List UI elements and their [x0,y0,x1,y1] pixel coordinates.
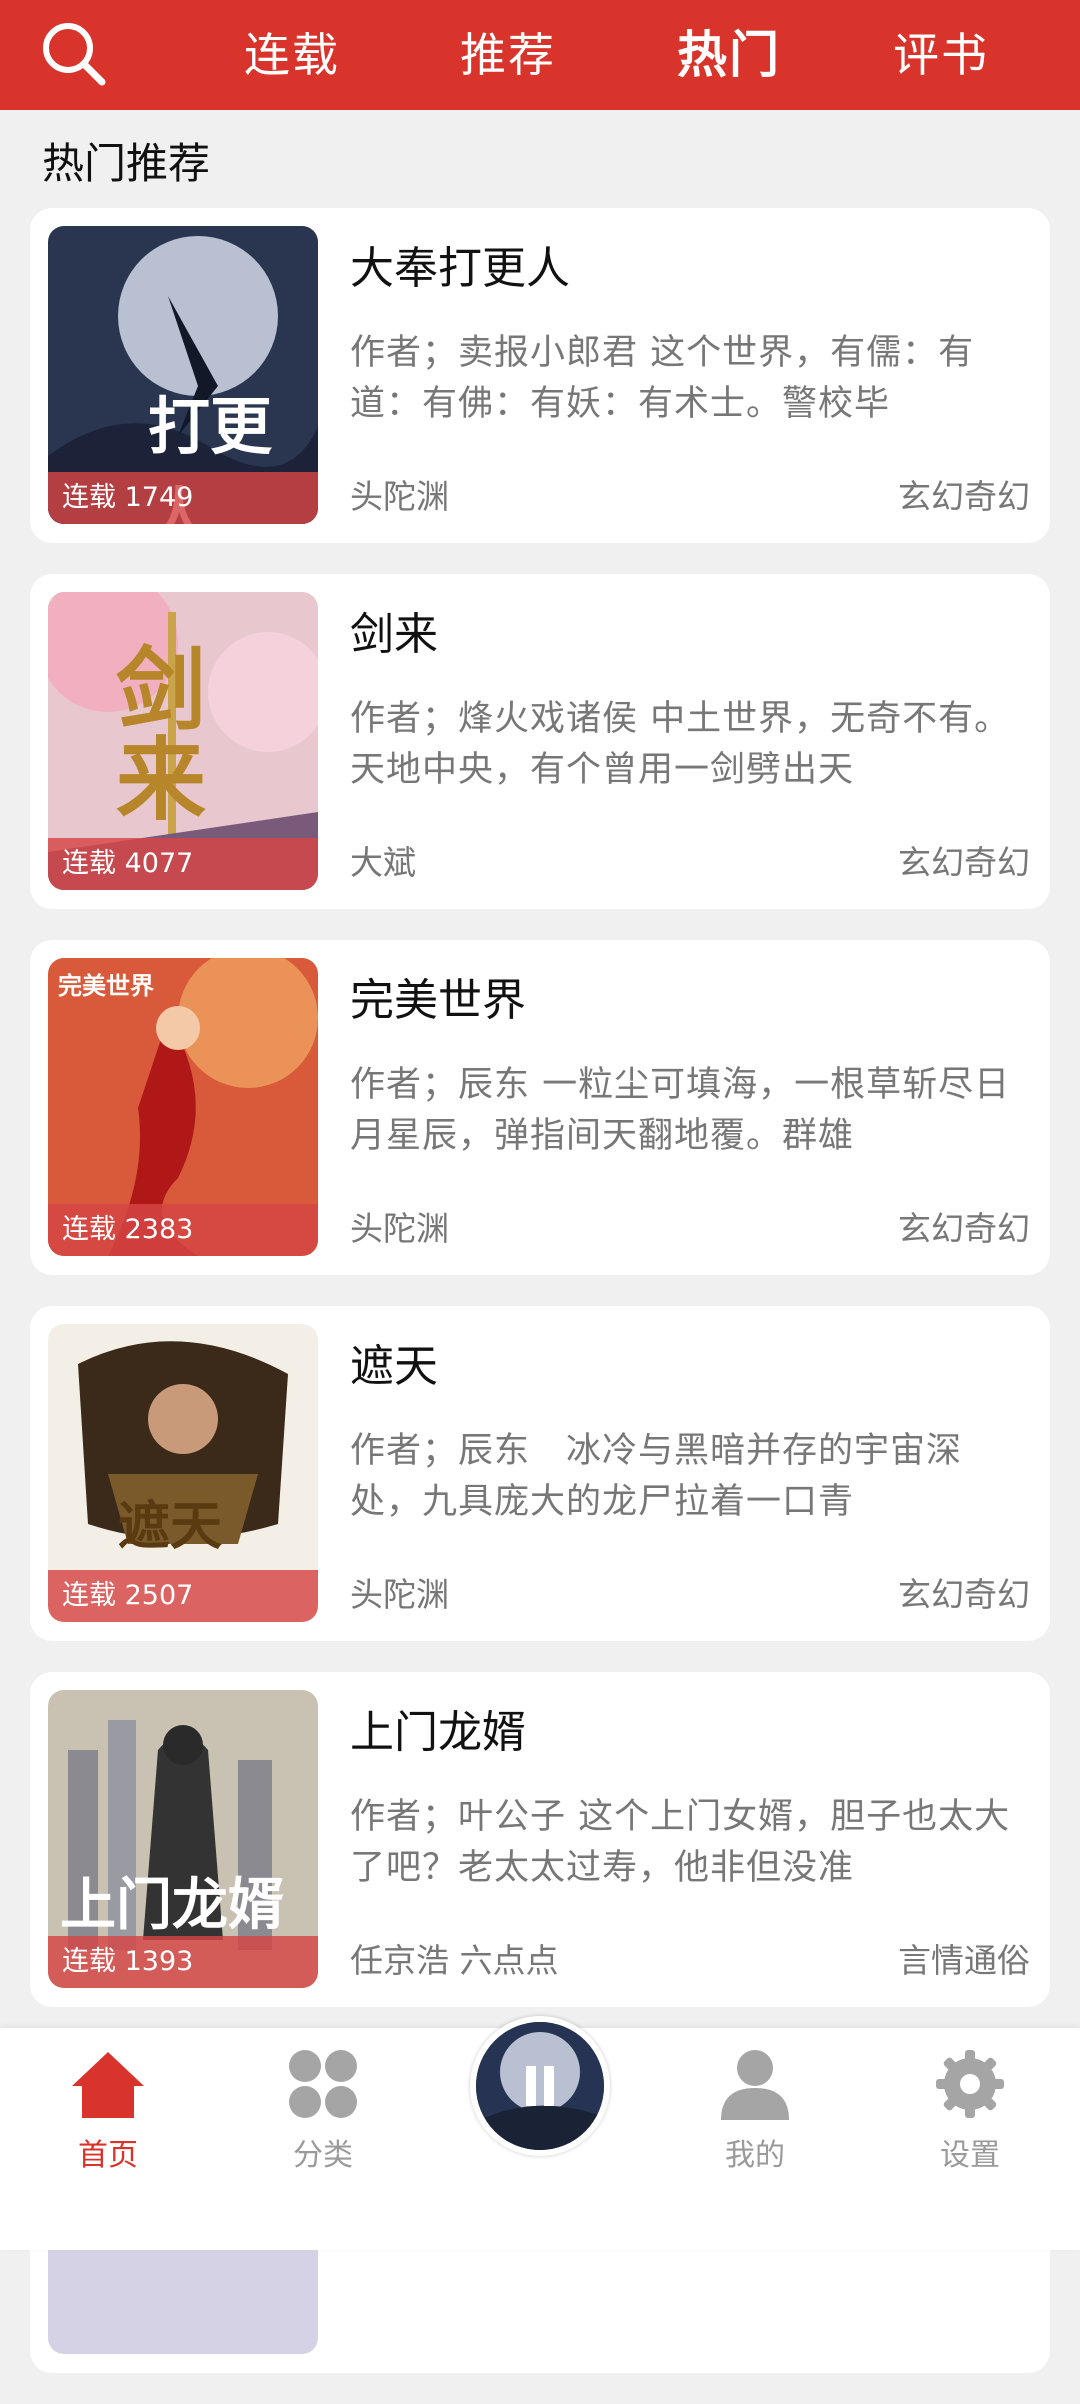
bottom-nav: 首页 分类 我的 设置 [0,2016,1080,2250]
search-button[interactable] [38,18,108,88]
status-badge: 连载 2507 [48,1570,318,1622]
nav-profile-label: 我的 [725,2138,785,2173]
book-description: 作者；烽火戏诸侯 中土世界，无奇不有。天地中央，有个曾用一剑劈出天 [350,699,1011,790]
profile-icon [721,2050,789,2120]
book-source: 大斌 [350,843,416,882]
book-description: 作者；辰东 一粒尘可填海，一根草斩尽日月星辰，弹指间天翻地覆。群雄 [350,1065,1011,1156]
home-icon [72,2052,144,2118]
book-cover[interactable]: 上门龙婿 连载 1393 [48,1690,318,1988]
nav-category[interactable]: 分类 [253,2048,393,2174]
now-playing-button[interactable] [470,2016,610,2156]
book-card[interactable]: 剑来 连载 4077 剑来 作者；烽火戏诸侯 中土世界，无奇不有。天地中央，有个… [30,574,1050,909]
book-source: 任京浩 六点点 [350,1941,559,1980]
book-genre: 玄幻奇幻 [898,1575,1030,1614]
section-title: 热门推荐 [42,139,211,188]
book-cover[interactable]: 遮天 连载 2507 [48,1324,318,1622]
book-card[interactable]: 遮天 连载 2507 遮天 作者；辰东 冰冷与黑暗并存的宇宙深处，九具庞大的龙尸… [30,1306,1050,1641]
book-title: 大奉打更人 [350,243,570,294]
book-title: 遮天 [350,1341,438,1392]
nav-profile[interactable]: 我的 [685,2048,825,2174]
category-icon [289,2050,357,2118]
book-source: 头陀渊 [350,477,449,516]
book-description: 作者；辰东 冰冷与黑暗并存的宇宙深处，九具庞大的龙尸拉着一口青 [350,1431,963,1522]
status-badge: 连载 4077 [48,838,318,890]
cover-title: 上门龙婿 [60,1872,284,1938]
top-header: 连载 推荐 热门 评书 [0,0,1080,110]
tab-hot[interactable]: 热门 [677,22,781,88]
book-genre: 言情通俗 [898,1941,1030,1980]
book-title: 完美世界 [350,975,526,1026]
book-genre: 玄幻奇幻 [898,477,1030,516]
book-title: 上门龙婿 [350,1707,526,1758]
book-card[interactable]: 打更人 连载 1749 大奉打更人 作者；卖报小郎君 这个世界，有儒：有道：有佛… [30,208,1050,543]
nav-home[interactable]: 首页 [38,2048,178,2174]
status-badge: 连载 1393 [48,1936,318,1988]
status-badge: 连载 2383 [48,1204,318,1256]
tab-serial[interactable]: 连载 [244,22,340,88]
tab-storytelling[interactable]: 评书 [893,22,989,88]
nav-settings[interactable]: 设置 [900,2048,1040,2174]
nav-settings-label: 设置 [940,2138,1000,2173]
book-cover[interactable]: 完美世界 连载 2383 [48,958,318,1256]
book-genre: 玄幻奇幻 [898,843,1030,882]
book-genre: 玄幻奇幻 [898,1209,1030,1248]
status-badge: 连载 1749 [48,472,318,524]
book-card[interactable]: 完美世界 连载 2383 完美世界 作者；辰东 一粒尘可填海，一根草斩尽日月星辰… [30,940,1050,1275]
cover-title: 遮天 [118,1496,223,1557]
book-source: 头陀渊 [350,1209,449,1248]
book-card[interactable]: 上门龙婿 连载 1393 上门龙婿 作者；叶公子 这个上门女婿，胆子也太大了吧？… [30,1672,1050,2007]
book-cover[interactable]: 打更人 连载 1749 [48,226,318,524]
book-cover[interactable]: 剑来 连载 4077 [48,592,318,890]
gear-icon [936,2050,1004,2118]
book-description: 作者；卖报小郎君 这个世界，有儒：有道：有佛：有妖：有术士。警校毕 [350,333,975,424]
cover-title: 剑来 [100,642,206,822]
search-icon [43,23,106,86]
pause-icon [526,2066,554,2106]
book-source: 头陀渊 [350,1575,449,1614]
nav-home-label: 首页 [78,2138,138,2173]
nav-category-label: 分类 [293,2138,353,2173]
book-description: 作者；叶公子 这个上门女婿，胆子也太大了吧？老太太过寿，他非但没准 [350,1797,1011,1888]
tab-recommend[interactable]: 推荐 [460,22,556,88]
cover-title: 完美世界 [58,972,154,1000]
book-title: 剑来 [350,609,438,660]
